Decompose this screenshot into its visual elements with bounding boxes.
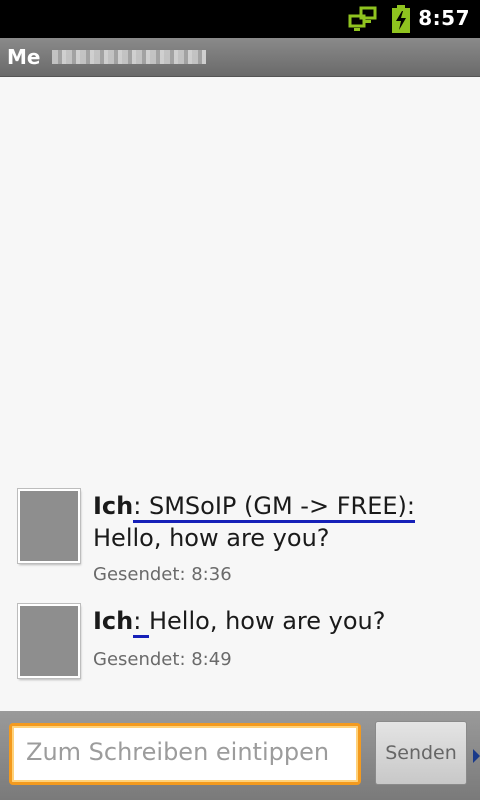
message-sender: Ich: [93, 607, 134, 635]
message-content: Hello, how are you?: [93, 524, 330, 552]
send-button[interactable]: Senden: [375, 721, 467, 785]
compose-bar: Zum Schreiben eintippen Senden: [0, 711, 480, 800]
message-link[interactable]: :: [133, 607, 149, 638]
avatar[interactable]: [18, 604, 80, 678]
contact-number-redacted: [52, 50, 206, 64]
message-text: Ich: Hello, how are you?: [93, 605, 386, 638]
avatar[interactable]: [18, 489, 80, 563]
message-text: Ich: SMSoIP (GM -> FREE): Hello, how are…: [93, 490, 415, 554]
clock: 8:57: [418, 6, 470, 30]
message-timestamp: Gesendet: 8:36: [93, 564, 232, 585]
contact-name: Me: [7, 45, 41, 69]
message-link[interactable]: : SMSoIP (GM -> FREE):: [133, 492, 415, 523]
network-sync-icon: [348, 6, 377, 31]
message-content: Hello, how are you?: [148, 607, 386, 635]
scroll-right-icon: [473, 749, 480, 763]
message-input-placeholder: Zum Schreiben eintippen: [26, 738, 330, 766]
message-sender: Ich: [93, 492, 134, 520]
link-text: [141, 607, 149, 635]
link-text: SMSoIP (GM -> FREE):: [141, 492, 415, 520]
conversation-header: Me: [0, 38, 480, 77]
status-bar: 8:57: [0, 0, 480, 38]
message-input[interactable]: Zum Schreiben eintippen: [9, 723, 361, 785]
battery-charging-icon: [392, 5, 410, 33]
message-timestamp: Gesendet: 8:49: [93, 649, 232, 670]
